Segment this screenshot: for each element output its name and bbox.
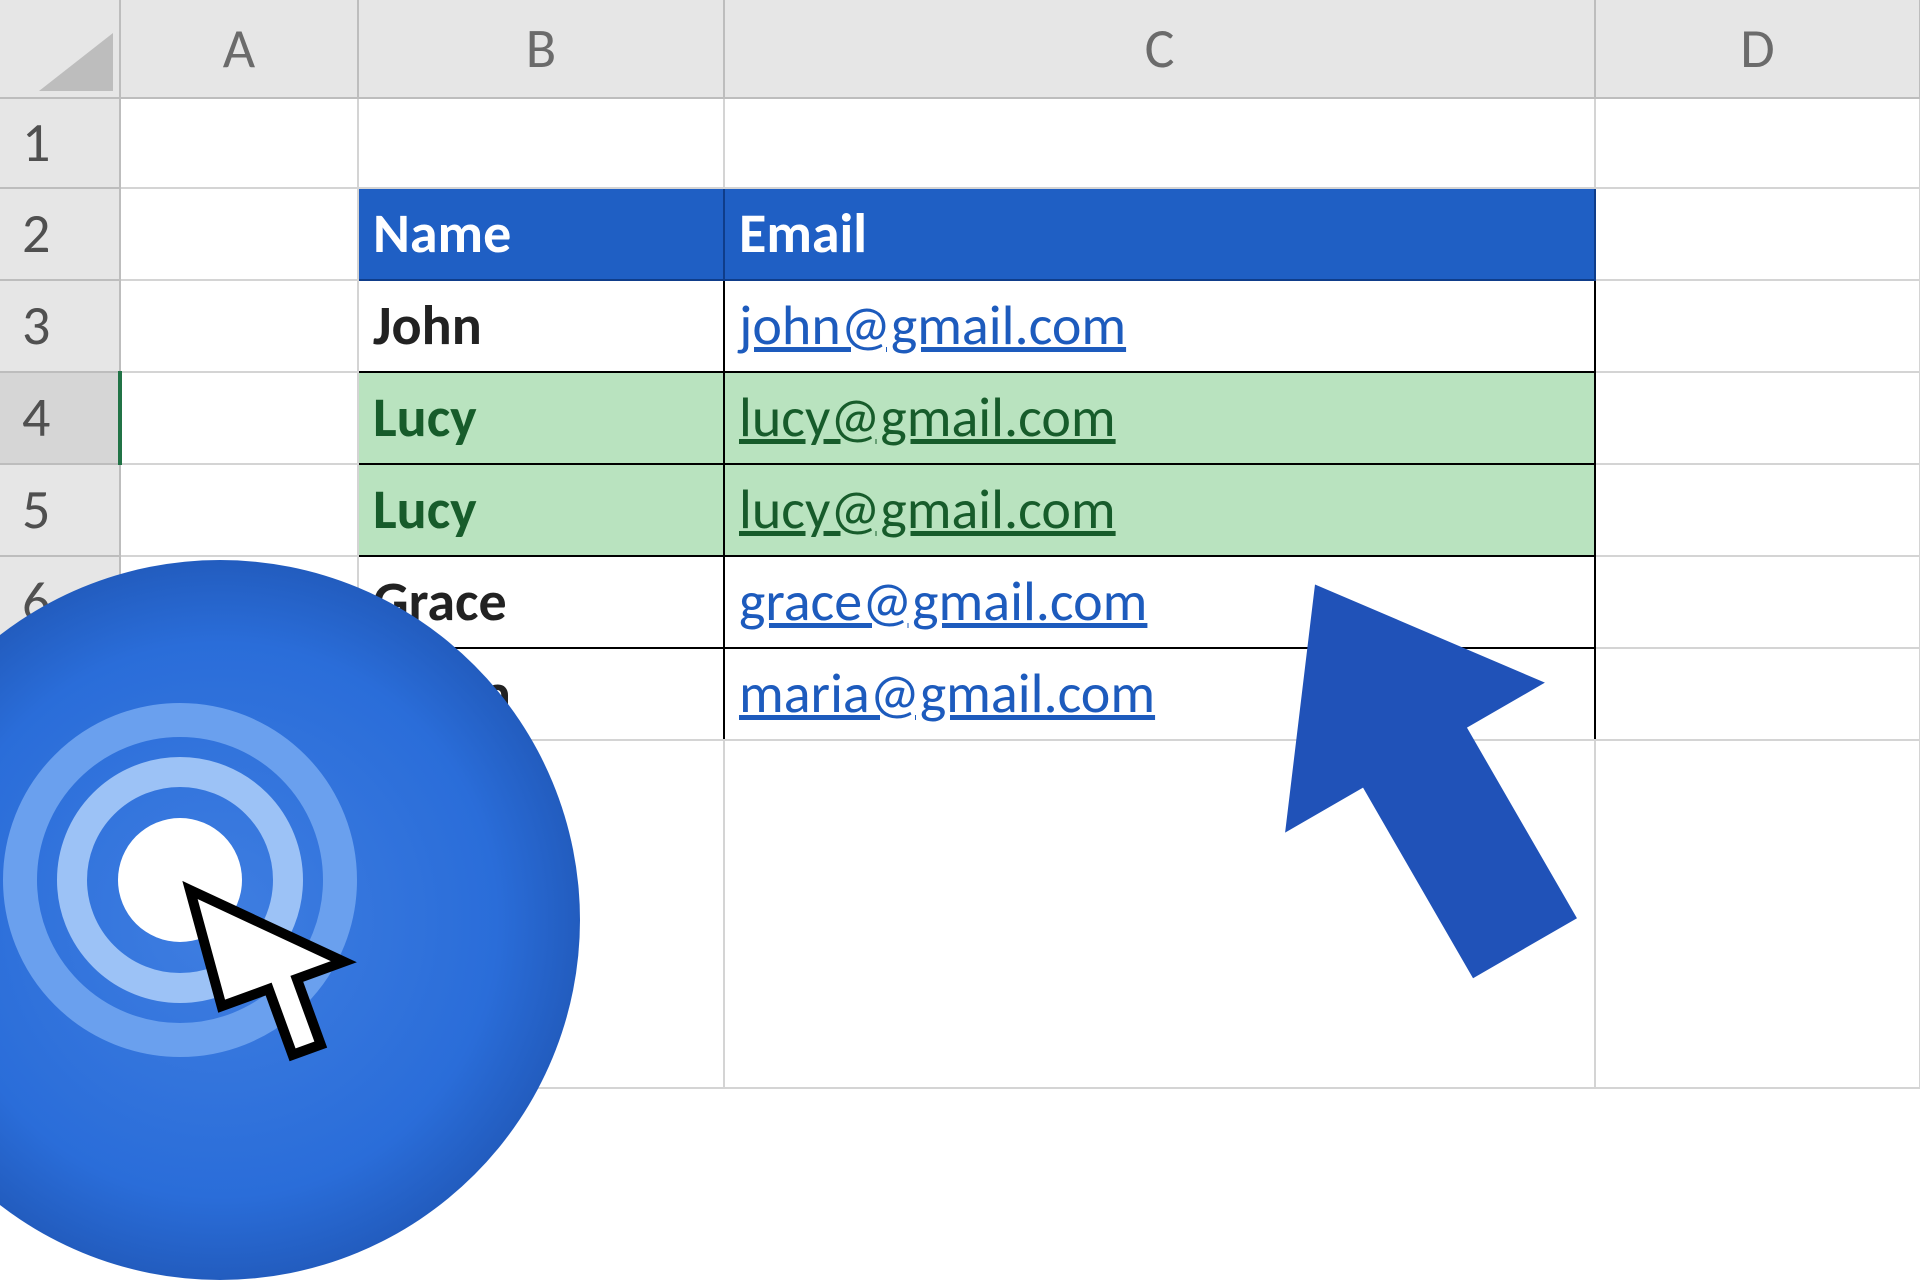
cell-A6[interactable] bbox=[120, 556, 358, 648]
cell-name-lucy-2[interactable]: Lucy bbox=[358, 464, 724, 556]
cell-email-john[interactable]: john@gmail.com bbox=[724, 280, 1595, 372]
row-header-empty[interactable] bbox=[0, 740, 120, 1088]
cell-D7[interactable] bbox=[1595, 648, 1920, 740]
cell-A-empty[interactable] bbox=[120, 740, 358, 1088]
cell-email-maria[interactable]: maria@gmail.com bbox=[724, 648, 1595, 740]
cell-email-lucy-1[interactable]: lucy@gmail.com bbox=[724, 372, 1595, 464]
cell-email-grace[interactable]: grace@gmail.com bbox=[724, 556, 1595, 648]
row-3: 3 John john@gmail.com bbox=[0, 280, 1920, 372]
cell-name-grace[interactable]: Grace bbox=[358, 556, 724, 648]
hyperlink[interactable]: grace@gmail.com bbox=[739, 568, 1147, 636]
cell-D1[interactable] bbox=[1595, 98, 1920, 188]
col-header-A[interactable]: A bbox=[120, 0, 358, 98]
row-header-3[interactable]: 3 bbox=[0, 280, 120, 372]
cell-name-john[interactable]: John bbox=[358, 280, 724, 372]
row-6: 6 Grace grace@gmail.com bbox=[0, 556, 1920, 648]
cell-C-empty[interactable] bbox=[724, 740, 1595, 1088]
cell-name-maria[interactable]: Maria bbox=[358, 648, 724, 740]
row-header-6[interactable]: 6 bbox=[0, 556, 120, 648]
select-all-corner[interactable] bbox=[0, 0, 120, 98]
hyperlink[interactable]: lucy@gmail.com bbox=[739, 476, 1116, 544]
row-2: 2 Name Email bbox=[0, 188, 1920, 280]
cell-D2[interactable] bbox=[1595, 188, 1920, 280]
cell-D3[interactable] bbox=[1595, 280, 1920, 372]
row-header-1[interactable]: 1 bbox=[0, 98, 120, 188]
column-header-row: A B C D bbox=[0, 0, 1920, 98]
table-header-email[interactable]: Email bbox=[724, 188, 1595, 280]
cell-C1[interactable] bbox=[724, 98, 1595, 188]
cell-A3[interactable] bbox=[120, 280, 358, 372]
hyperlink[interactable]: john@gmail.com bbox=[739, 292, 1126, 360]
row-4: 4 Lucy lucy@gmail.com bbox=[0, 372, 1920, 464]
table-header-name[interactable]: Name bbox=[358, 188, 724, 280]
cell-A1[interactable] bbox=[120, 98, 358, 188]
row-header-7[interactable]: 7 bbox=[0, 648, 120, 740]
worksheet-grid[interactable]: A B C D 1 2 Name Email 3 John john@gmail… bbox=[0, 0, 1920, 1089]
spreadsheet-view: A B C D 1 2 Name Email 3 John john@gmail… bbox=[0, 0, 1920, 1080]
hyperlink[interactable]: lucy@gmail.com bbox=[739, 384, 1116, 452]
row-1: 1 bbox=[0, 98, 1920, 188]
cell-A4[interactable] bbox=[120, 372, 358, 464]
cell-B1[interactable] bbox=[358, 98, 724, 188]
row-7: 7 Maria maria@gmail.com bbox=[0, 648, 1920, 740]
col-header-D[interactable]: D bbox=[1595, 0, 1920, 98]
cell-A5[interactable] bbox=[120, 464, 358, 556]
row-header-4[interactable]: 4 bbox=[0, 372, 120, 464]
cell-D5[interactable] bbox=[1595, 464, 1920, 556]
row-empty bbox=[0, 740, 1920, 1088]
cell-A2[interactable] bbox=[120, 188, 358, 280]
cell-D4[interactable] bbox=[1595, 372, 1920, 464]
col-header-C[interactable]: C bbox=[724, 0, 1595, 98]
col-header-B[interactable]: B bbox=[358, 0, 724, 98]
cell-D-empty[interactable] bbox=[1595, 740, 1920, 1088]
cell-D6[interactable] bbox=[1595, 556, 1920, 648]
cell-name-lucy-1[interactable]: Lucy bbox=[358, 372, 724, 464]
cell-B-empty[interactable] bbox=[358, 740, 724, 1088]
cell-A7[interactable] bbox=[120, 648, 358, 740]
row-header-5[interactable]: 5 bbox=[0, 464, 120, 556]
cell-email-lucy-2[interactable]: lucy@gmail.com bbox=[724, 464, 1595, 556]
row-5: 5 Lucy lucy@gmail.com bbox=[0, 464, 1920, 556]
hyperlink[interactable]: maria@gmail.com bbox=[739, 660, 1155, 728]
row-header-2[interactable]: 2 bbox=[0, 188, 120, 280]
